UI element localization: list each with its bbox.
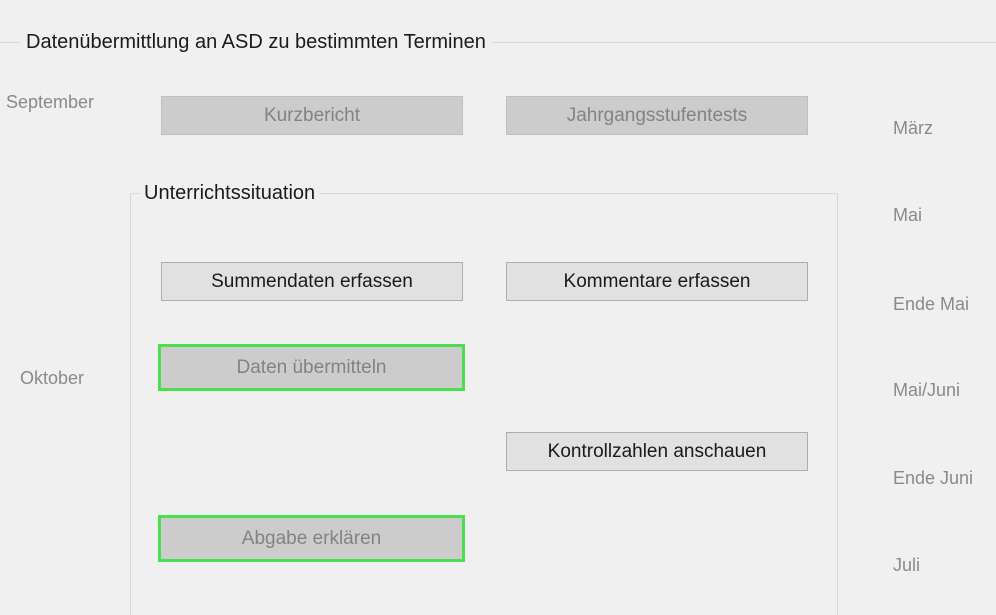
period-label-mai: Mai: [893, 205, 923, 225]
period-label-maerz: März: [893, 118, 933, 138]
period-label-ende-mai: Ende Mai: [893, 294, 970, 314]
daten-uebermitteln-button[interactable]: Daten übermitteln: [158, 344, 465, 391]
kurzbericht-button[interactable]: Kurzbericht: [161, 96, 463, 135]
abgabe-erklaeren-button[interactable]: Abgabe erklären: [158, 515, 465, 562]
period-label-juli: Juli: [893, 555, 921, 575]
kommentare-erfassen-button[interactable]: Kommentare erfassen: [506, 262, 808, 301]
period-label-ende-juni: Ende Juni: [893, 468, 974, 488]
period-label-mai-juni: Mai/Juni: [893, 380, 961, 400]
inner-group-title: Unterrichtssituation: [140, 180, 320, 206]
asd-transfer-panel: Datenübermittlung an ASD zu bestimmten T…: [0, 0, 996, 615]
period-label-september: September: [6, 92, 95, 112]
jahrgangsstufentests-button[interactable]: Jahrgangsstufentests: [506, 96, 808, 135]
summendaten-erfassen-button[interactable]: Summendaten erfassen: [161, 262, 463, 301]
outer-group-title: Datenübermittlung an ASD zu bestimmten T…: [20, 29, 492, 55]
period-label-oktober: Oktober: [20, 368, 85, 388]
kontrollzahlen-anschauen-button[interactable]: Kontrollzahlen anschauen: [506, 432, 808, 471]
